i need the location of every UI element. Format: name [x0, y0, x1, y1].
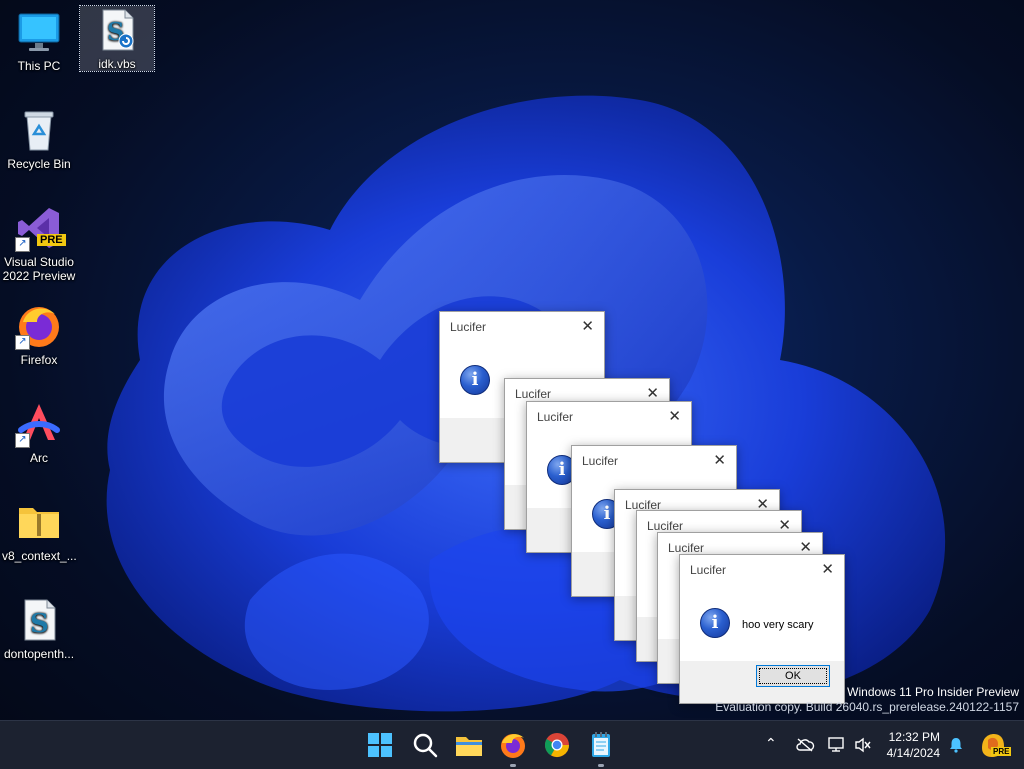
dialog-title: Lucifer — [537, 410, 574, 424]
clock-date: 4/14/2024 — [886, 746, 940, 760]
desktop-icon-label: Visual Studio 2022 Preview — [2, 255, 76, 283]
evaluation-watermark: Windows 11 Pro Insider Preview Evaluatio… — [715, 685, 1019, 715]
network-icon[interactable] — [827, 736, 847, 754]
notepad-taskbar-button[interactable] — [585, 729, 617, 767]
show-hidden-icons-chevron-up-icon[interactable]: ⌃ — [765, 735, 777, 752]
firefox-icon: ↗ — [15, 302, 63, 350]
chrome-taskbar-button[interactable] — [541, 729, 573, 761]
desktop-icon-label: dontopenth... — [3, 647, 75, 661]
zip-folder-icon — [15, 498, 63, 546]
desktop-icon-label: This PC — [17, 59, 61, 73]
desktop-icon-label: v8_context_... — [2, 549, 77, 563]
dialog-titlebar[interactable]: Lucifer ✕ — [440, 312, 604, 342]
recycle-bin-icon — [15, 106, 63, 154]
shortcut-arrow-icon: ↗ — [15, 335, 30, 350]
desktop-icon-v8-context[interactable]: v8_context_... — [2, 498, 77, 563]
windows-logo-icon — [368, 733, 392, 757]
desktop-icon-this-pc[interactable]: This PC — [2, 8, 76, 73]
copilot-preview-badge: PRE — [991, 747, 1012, 756]
arc-browser-icon: ↗ — [15, 400, 63, 448]
shortcut-arrow-icon: ↗ — [15, 237, 30, 252]
taskbar: ⌃ 12:32 PM 4/14/2024 PRE — [0, 720, 1024, 769]
dialog-titlebar[interactable]: Lucifer ✕ — [680, 555, 844, 585]
desktop-icon-arc[interactable]: ↗ Arc — [2, 400, 76, 465]
speaker-muted-icon[interactable] — [853, 736, 873, 754]
dialog-title: Lucifer — [690, 563, 727, 577]
desktop-icon-firefox[interactable]: ↗ Firefox — [2, 302, 76, 367]
dialog-title: Lucifer — [582, 454, 619, 468]
desktop-icon-label: Recycle Bin — [7, 157, 71, 171]
close-icon[interactable]: ✕ — [646, 384, 659, 402]
dialog-message: hoo very scary — [742, 619, 814, 631]
dialog-body: i hoo very scary — [680, 585, 844, 661]
dialog-title: Lucifer — [668, 541, 705, 555]
dialog-title: Lucifer — [647, 519, 684, 533]
desktop-icon-label: Firefox — [20, 353, 58, 367]
taskbar-clock[interactable]: 12:32 PM 4/14/2024 — [884, 729, 940, 761]
desktop-icon-recycle-bin[interactable]: Recycle Bin — [2, 106, 76, 171]
close-icon[interactable]: ✕ — [668, 407, 681, 425]
search-button[interactable] — [409, 729, 441, 761]
notification-bell-icon[interactable] — [947, 736, 965, 754]
preview-badge: PRE — [37, 234, 66, 246]
dialog-title: Lucifer — [515, 387, 552, 401]
watermark-edition: Windows 11 Pro Insider Preview — [847, 685, 1019, 699]
search-icon — [413, 733, 438, 758]
dialog-titlebar[interactable]: Lucifer ✕ — [527, 402, 691, 432]
desktop-icon-label: Arc — [30, 451, 48, 465]
dialog-title: Lucifer — [450, 320, 487, 334]
close-icon[interactable]: ✕ — [821, 560, 834, 578]
chrome-icon — [544, 733, 569, 758]
clock-time: 12:32 PM — [888, 730, 940, 744]
running-indicator — [598, 764, 604, 767]
visual-studio-icon: PRE ↗ — [15, 204, 66, 252]
vbs-script-icon: S — [93, 6, 141, 54]
folder-icon — [456, 737, 482, 756]
cloud-offline-icon[interactable] — [795, 737, 815, 753]
info-icon: i — [460, 365, 490, 395]
message-dialog-front[interactable]: Lucifer ✕ i hoo very scary OK — [679, 554, 845, 704]
firefox-taskbar-button[interactable] — [497, 729, 529, 767]
svg-text:S: S — [30, 609, 49, 639]
firefox-icon — [501, 734, 525, 758]
info-icon: i — [700, 608, 730, 638]
close-icon[interactable]: ✕ — [581, 317, 594, 335]
copilot-button[interactable]: PRE — [978, 730, 1012, 760]
close-icon[interactable]: ✕ — [713, 451, 726, 469]
notepad-icon — [592, 732, 610, 757]
desktop-icon-dontopenth[interactable]: S dontopenth... — [2, 596, 76, 661]
desktop-icon-visual-studio[interactable]: PRE ↗ Visual Studio 2022 Preview — [2, 204, 76, 283]
shortcut-arrow-icon: ↗ — [15, 433, 30, 448]
watermark-build: Evaluation copy. Build 26040.rs_prerelea… — [715, 700, 1019, 714]
vbs-script-icon: S — [15, 596, 63, 644]
monitor-icon — [15, 8, 63, 56]
ok-button[interactable]: OK — [756, 665, 830, 687]
dialog-titlebar[interactable]: Lucifer ✕ — [572, 446, 736, 476]
desktop-icon-label: idk.vbs — [98, 57, 136, 71]
file-explorer-button[interactable] — [453, 729, 485, 761]
start-button[interactable] — [364, 729, 396, 761]
running-indicator — [510, 764, 516, 767]
desktop-icon-idk-vbs[interactable]: S idk.vbs — [79, 5, 155, 72]
